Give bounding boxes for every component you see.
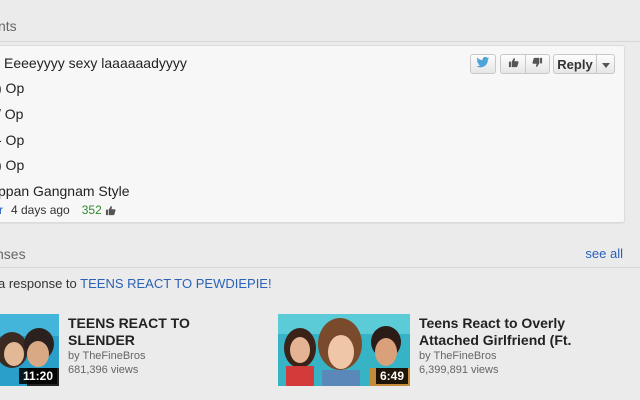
comment-text: ppan Gangnam Style [0,183,130,199]
comment-time: 4 days ago [11,203,70,217]
comment-text: ) Op [0,157,25,173]
comment-author-link[interactable]: r [0,203,3,217]
divider [0,41,640,42]
responses-section-title: nses [0,246,26,262]
comment-text: Eeeeyyyy sexy laaaaaadyyyy [4,55,187,71]
dislike-button[interactable] [526,54,550,74]
reply-button[interactable]: Reply [553,54,597,74]
video-title-line: Attached Girlfriend (Ft. [419,332,572,348]
video-title[interactable]: Teens React to Overly Attached Girlfrien… [419,315,571,349]
video-duration: 11:20 [18,368,57,384]
video-thumbnail[interactable]: 6:49 [278,314,410,386]
reply-button-group: Reply [553,54,615,74]
comment-text: ) Op [0,80,25,96]
divider [0,267,640,268]
dropdown-arrow-icon [601,55,610,73]
comment-text: - Op [0,132,25,148]
comments-section-title: nts [0,18,17,34]
video-title[interactable]: TEENS REACT TO SLENDER [68,315,190,349]
comment-likes-count: 352 [81,203,102,217]
video-duration: 6:49 [375,368,408,384]
thumbs-down-icon [532,55,543,73]
video-thumbnail[interactable]: 11:20 [0,314,59,386]
video-title-line: TEENS REACT TO [68,315,190,331]
video-title-line: Teens React to Overly [419,315,566,331]
video-channel: by TheFineBros [419,350,497,362]
response-video-link[interactable]: TEENS REACT TO PEWDIEPIE! [80,276,271,291]
thumbs-up-icon [508,55,519,73]
video-channel: by TheFineBros [68,350,146,362]
comment-meta: r 4 days ago 352 [0,203,116,219]
thumbs-up-icon [105,205,116,219]
video-views: 681,396 views [68,364,139,376]
video-views: 6,399,891 views [419,364,499,376]
rating-button-group [500,54,550,74]
video-title-line: SLENDER [68,332,135,348]
twitter-bird-icon [476,55,490,73]
share-twitter-button[interactable] [470,54,496,74]
video-response-line: a response to TEENS REACT TO PEWDIEPIE! [0,276,272,291]
comment-text: / Op [0,106,24,122]
like-button[interactable] [500,54,526,74]
response-prefix: a response to [0,276,81,291]
reply-button-label: Reply [557,56,593,72]
reply-options-dropdown[interactable] [597,54,615,74]
see-all-link[interactable]: see all [585,246,623,261]
